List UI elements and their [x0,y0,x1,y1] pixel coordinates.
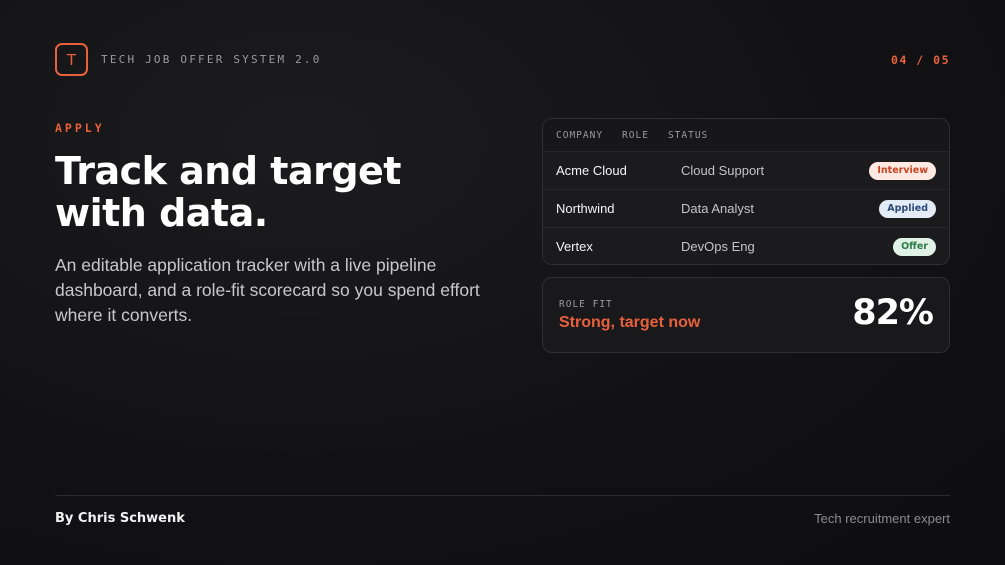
company-cell: Vertex [556,239,593,254]
description: An editable application tracker with a l… [55,255,480,325]
headline-line-2: with data. [55,191,268,235]
author-credit: By Chris Schwenk [55,511,185,526]
role-cell: Cloud Support [681,163,765,178]
table-row[interactable]: Vertex DevOps Eng Offer [543,227,949,264]
table-row[interactable]: Northwind Data Analyst Applied [543,189,949,227]
company-cell: Acme Cloud [556,163,627,178]
column-header-company: COMPANY [556,129,604,141]
role-fit-card: ROLE FIT Strong, target now 82% [542,277,950,353]
application-tracker-table: COMPANY ROLE STATUS Acme Cloud Cloud Sup… [542,118,950,265]
status-badge: Interview [869,161,936,180]
role-fit-label: ROLE FIT [559,299,613,310]
role-fit-verdict: Strong, target now [559,314,701,331]
role-fit-score: 82% [852,293,934,333]
section-eyebrow: APPLY [55,121,105,135]
logo-icon: T [55,43,88,76]
column-header-status: STATUS [667,129,709,141]
table-row[interactable]: Acme Cloud Cloud Support Interview [543,151,949,189]
role-cell: DevOps Eng [681,239,755,254]
page-title: Track and target with data. [55,150,475,234]
footer-divider [55,495,950,496]
author-tagline: Tech recruitment expert [814,511,950,526]
status-badge: Applied [879,199,936,218]
company-cell: Northwind [556,201,615,216]
headline-line-1: Track and target [55,149,401,193]
logo-letter: T [66,50,77,69]
status-badge: Offer [893,237,936,256]
role-cell: Data Analyst [681,201,754,216]
page-counter: 04 / 05 [891,53,950,67]
app-title: TECH JOB OFFER SYSTEM 2.0 [101,53,322,66]
table-header: COMPANY ROLE STATUS [543,119,949,151]
column-header-role: ROLE [622,129,649,141]
